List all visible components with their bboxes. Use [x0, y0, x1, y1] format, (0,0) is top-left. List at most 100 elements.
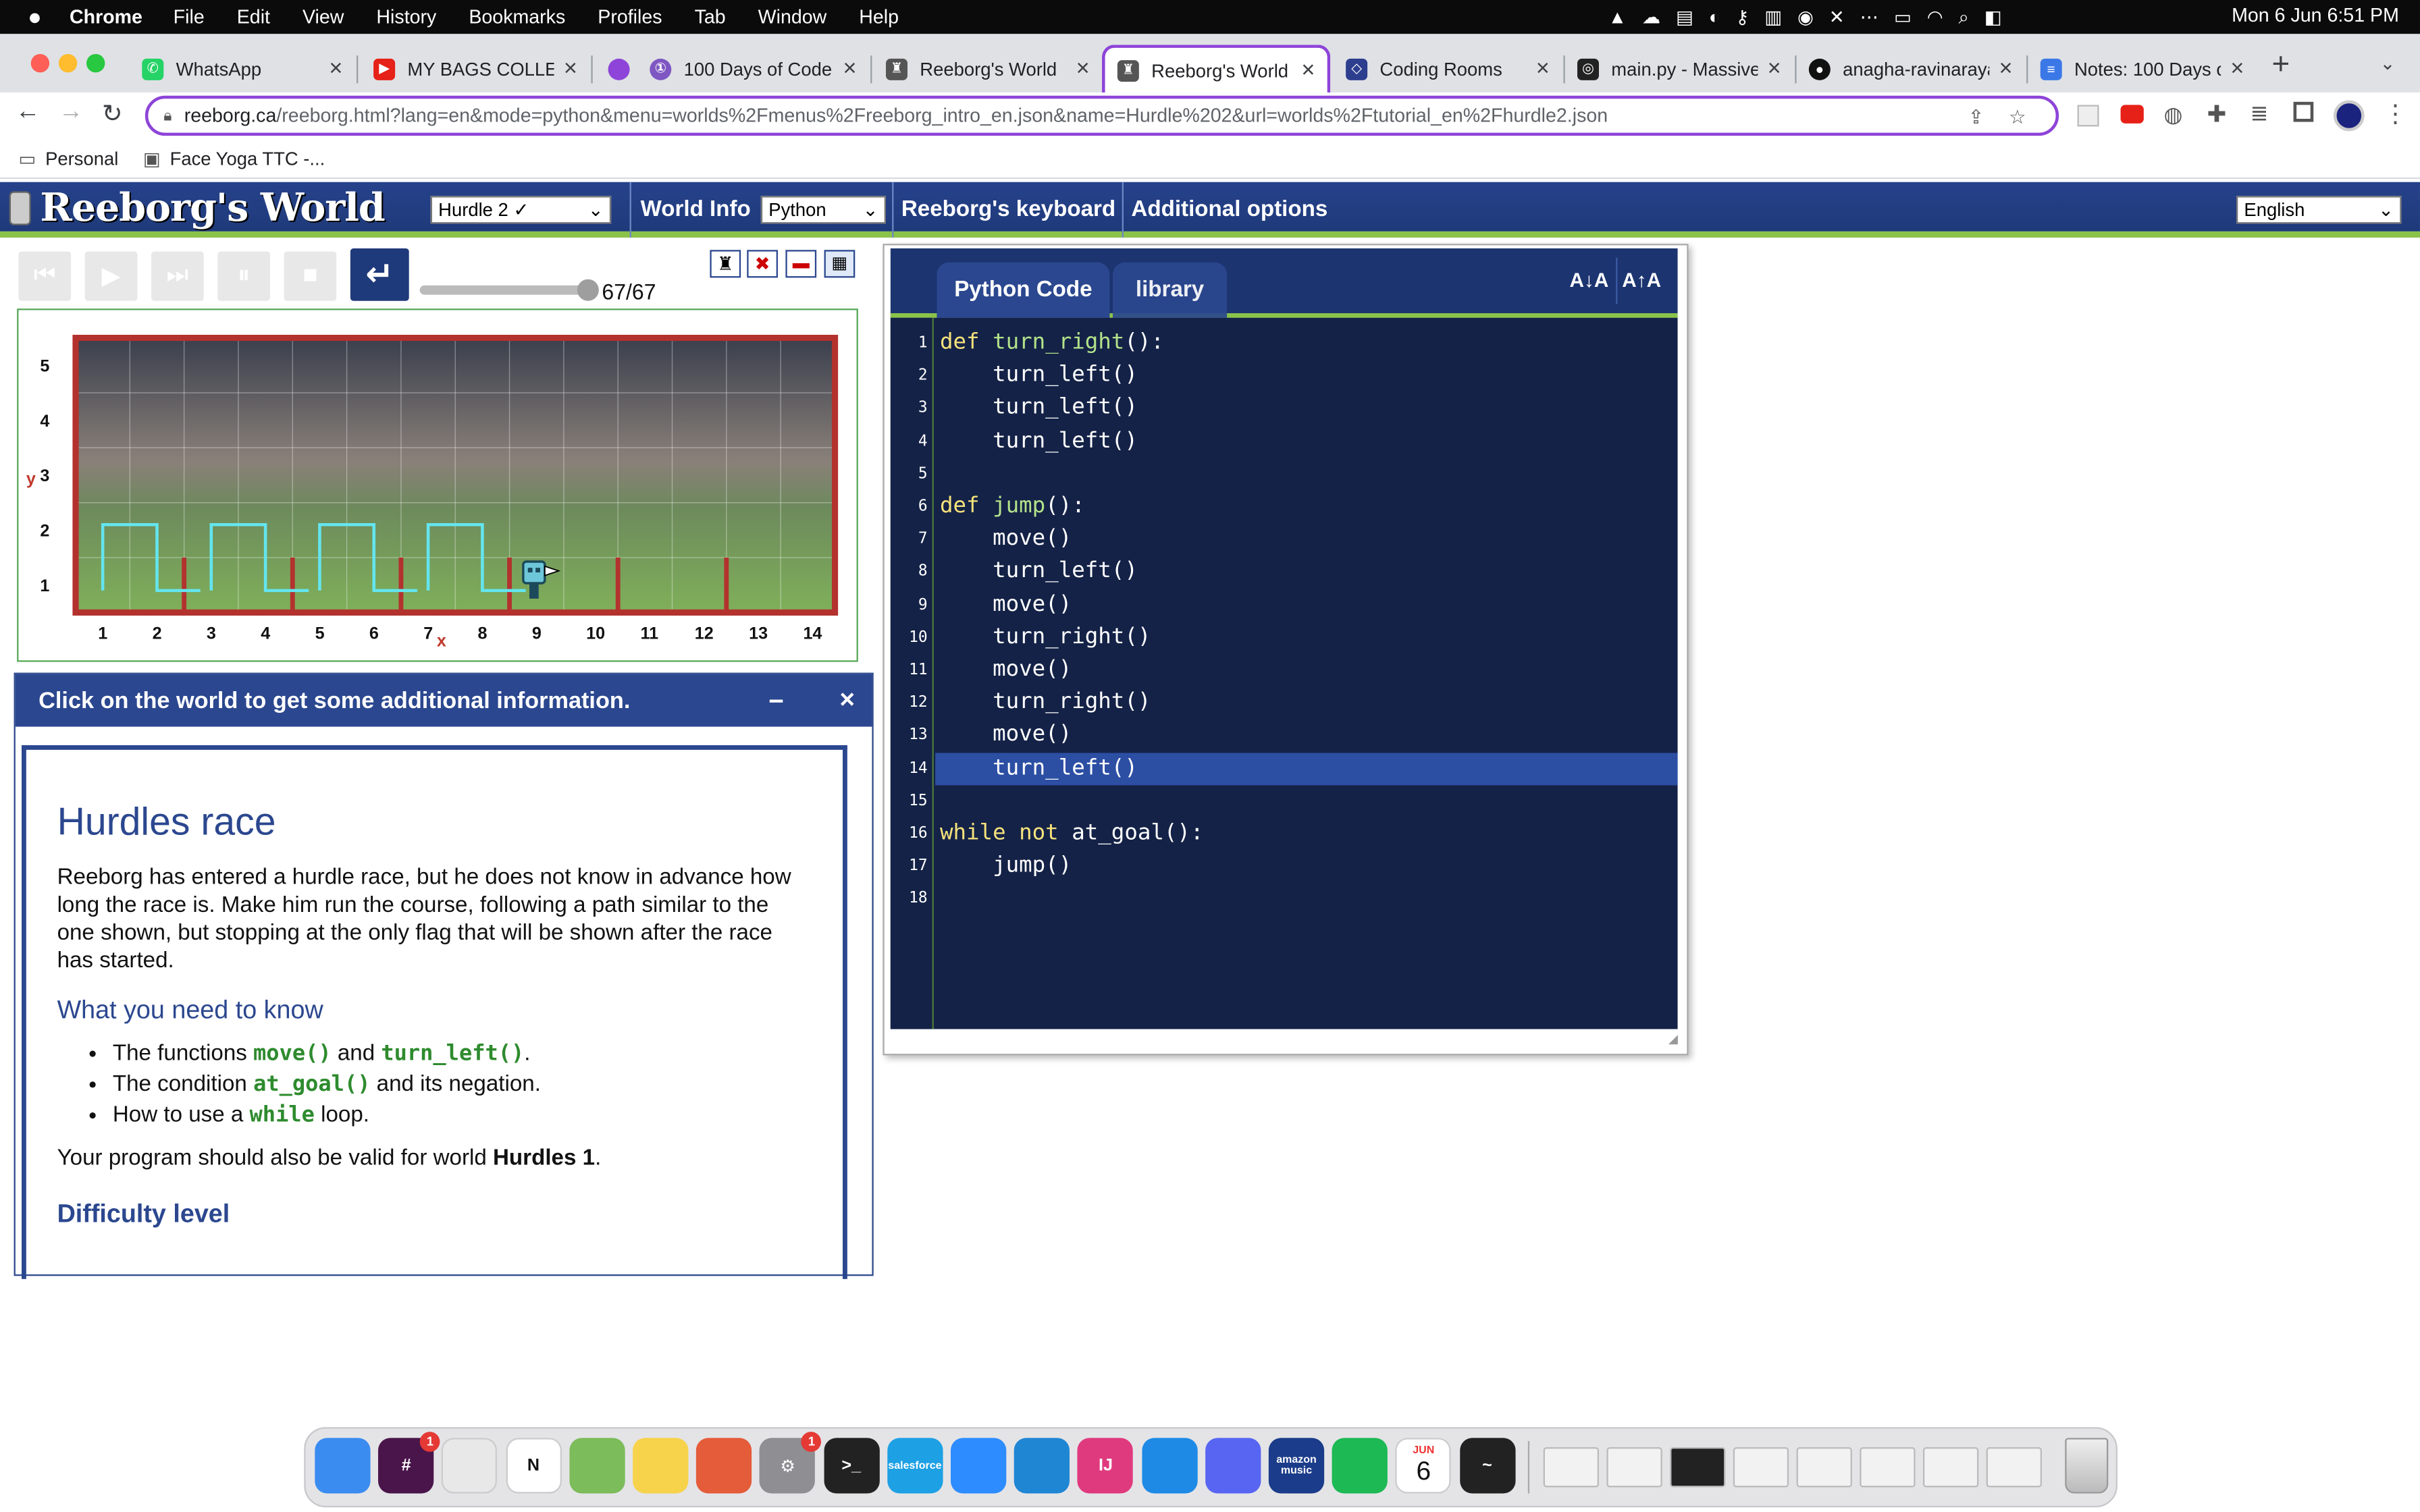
world-select[interactable]: Hurdle 2 ✓ ⌄ [430, 196, 612, 224]
pause-button[interactable]: ⏸ [217, 251, 270, 301]
status-app-icon[interactable]: ◐ [1709, 6, 1720, 28]
extensions-icon[interactable]: ✚ [2207, 101, 2227, 128]
tab-coding-rooms[interactable]: ◇ Coding Rooms × [1334, 45, 1562, 92]
tab-close-icon[interactable]: × [1768, 55, 1781, 82]
resize-handle[interactable]: ◢ [1668, 1032, 1678, 1046]
apple-icon[interactable]: ● [28, 4, 42, 30]
dock-window-thumbnail[interactable] [1986, 1447, 2042, 1488]
code-line[interactable]: move() [940, 654, 1072, 686]
status-m-icon[interactable]: ▥ [1764, 6, 1782, 28]
tab-100-days[interactable]: ① 100 Days of Code: × [637, 45, 869, 92]
dock-salesforce-icon[interactable]: salesforce [887, 1438, 943, 1494]
dock-spotify-icon[interactable] [1332, 1438, 1388, 1494]
code-line[interactable]: turn_left() [940, 360, 1138, 392]
world-info-button[interactable]: World Info [631, 182, 760, 238]
stop-button[interactable]: ■ [284, 251, 337, 301]
tab-close-icon[interactable]: × [843, 55, 857, 82]
dock-window-thumbnail[interactable] [1860, 1447, 1916, 1488]
youtube-ext-icon[interactable] [2120, 105, 2144, 124]
sidepanel-icon[interactable] [2293, 101, 2314, 122]
remove-robot-icon[interactable]: ✖ [747, 250, 778, 278]
menu-app-name[interactable]: Chrome [70, 6, 142, 28]
bookmark-star-icon[interactable]: ☆ [2009, 104, 2026, 128]
tab-close-icon[interactable]: × [1076, 55, 1090, 82]
code-line[interactable]: def turn_right(): [940, 327, 1164, 360]
dock-finder-icon[interactable] [315, 1438, 371, 1494]
tab-main-py[interactable]: ◎ main.py - Massive × [1565, 45, 1793, 92]
font-decrease-button[interactable]: A↓A [1570, 269, 1609, 292]
dock-zoom-icon[interactable] [950, 1438, 1007, 1494]
window-close-button[interactable] [30, 53, 50, 73]
menu-history[interactable]: History [376, 6, 436, 28]
new-tab-button[interactable]: + [2272, 48, 2290, 84]
tab-pinned[interactable] [596, 45, 639, 92]
info-panel-header[interactable]: Click on the world to get some additiona… [15, 674, 872, 727]
menu-window[interactable]: Window [758, 6, 827, 28]
step-slider-thumb[interactable] [577, 279, 599, 301]
dock-calendar-icon[interactable]: JUN 6 [1396, 1438, 1452, 1494]
menu-tab[interactable]: Tab [695, 6, 726, 28]
reload-world-button[interactable]: ⏮ [18, 251, 72, 301]
tab-reeborg-1[interactable]: ♜ Reeborg's World × [874, 45, 1102, 92]
tab-search-icon[interactable]: ⌄ [2380, 53, 2396, 74]
dock-amazon-music-icon[interactable]: amazon music [1268, 1438, 1325, 1494]
menu-bookmarks[interactable]: Bookmarks [469, 6, 565, 28]
address-bar[interactable]: 🔒︎ reeborg.ca /reeborg.html?lang=en&mode… [144, 95, 2059, 136]
window-minimize-button[interactable] [58, 53, 78, 73]
tab-reeborg-active[interactable]: ♜ Reeborg's World × [1101, 45, 1331, 93]
code-line[interactable]: turn_right() [940, 622, 1151, 654]
status-dots-icon[interactable]: ⋯ [1860, 6, 1878, 28]
code-line[interactable]: move() [940, 589, 1072, 621]
additional-options-button[interactable]: Additional options [1122, 182, 1337, 238]
tab-github[interactable]: ● anagha-ravinaraya × [1797, 45, 2025, 92]
back-to-start-button[interactable]: ↵ [350, 248, 409, 301]
code-line[interactable]: turn_left() [940, 556, 1138, 589]
tab-notes[interactable]: ≡ Notes: 100 Days of × [2028, 45, 2256, 92]
status-cloud-icon[interactable]: ☁ [1642, 6, 1660, 28]
tab-close-icon[interactable]: × [564, 55, 577, 82]
font-increase-button[interactable]: A↑A [1622, 269, 1661, 292]
share-icon[interactable]: ⇪ [1968, 104, 1984, 128]
status-drive-icon[interactable]: ▲ [1608, 6, 1627, 28]
bookmark-personal[interactable]: Personal [45, 147, 118, 169]
code-line[interactable]: def jump(): [940, 491, 1085, 523]
edit-world-icon[interactable]: ▬ [785, 250, 817, 278]
dock-window-thumbnail[interactable] [1670, 1447, 1726, 1488]
status-mute-icon[interactable]: ✕ [1829, 6, 1845, 28]
dock-window-thumbnail[interactable] [1543, 1447, 1599, 1488]
mode-select[interactable]: Python ⌄ [760, 196, 886, 224]
code-area[interactable]: 1 2 3 4 5 6 7 8 9 10 11 12 13 14 15 16 17 18 def turn_rig… [890, 317, 1678, 1029]
dock-vscode-icon[interactable] [1014, 1438, 1070, 1494]
code-line[interactable]: turn_left() [940, 752, 1138, 784]
tab-library[interactable]: library [1112, 262, 1228, 318]
code-line[interactable]: move() [940, 720, 1072, 752]
tab-close-icon[interactable]: × [1301, 57, 1315, 84]
world-grid[interactable]: 54321 1 2 3 4 5 6 7 8 9 10 11 12 13 14 y x [18, 310, 860, 663]
tab-close-icon[interactable]: × [1536, 55, 1550, 82]
step-slider[interactable] [419, 279, 599, 301]
status-play-icon[interactable]: ◉ [1797, 6, 1814, 28]
dock-notion-icon[interactable]: N [505, 1438, 562, 1494]
code-line[interactable]: turn_left() [940, 392, 1138, 425]
dock-terminal-icon[interactable]: >_ [823, 1438, 879, 1494]
dock-window-thumbnail[interactable] [1796, 1447, 1852, 1488]
control-center-icon[interactable]: ◧ [1984, 6, 2002, 28]
extension-3-icon[interactable]: ◍ [2164, 102, 2183, 128]
tab-close-icon[interactable]: × [329, 55, 342, 82]
run-button[interactable]: ▶ [84, 251, 138, 301]
step-button[interactable]: ⏭ [151, 251, 204, 301]
dock-discord-icon[interactable] [1205, 1438, 1261, 1494]
keyboard-button[interactable]: Reeborg's keyboard [892, 182, 1125, 238]
minimize-icon[interactable]: − [768, 686, 784, 718]
menu-view[interactable]: View [302, 6, 344, 28]
spotlight-icon[interactable]: ⌕ [1959, 5, 1969, 28]
world-canvas[interactable]: 54321 1 2 3 4 5 6 7 8 9 10 11 12 13 14 y x [17, 308, 858, 662]
code-line[interactable]: turn_left() [940, 425, 1138, 458]
trash-icon[interactable] [2065, 1438, 2109, 1494]
profile-avatar[interactable] [2333, 100, 2365, 132]
wifi-icon[interactable]: ◠ [1927, 6, 1943, 28]
dock-notes-icon[interactable] [633, 1438, 689, 1494]
menu-edit[interactable]: Edit [237, 6, 270, 28]
status-key-icon[interactable]: ⚷ [1735, 6, 1749, 28]
edit-robot-icon[interactable]: ♜ [710, 250, 741, 278]
